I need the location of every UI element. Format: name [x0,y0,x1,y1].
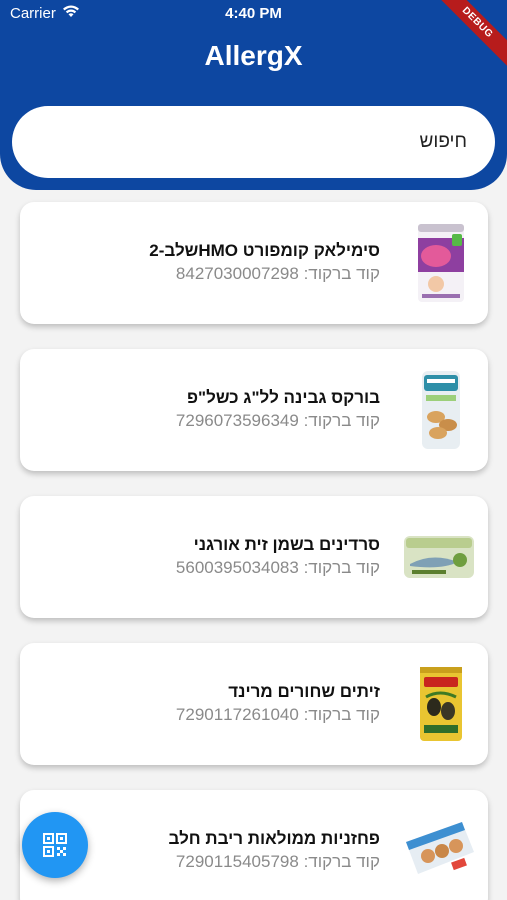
barcode-value: 7296073596349 [175,411,299,430]
product-card[interactable]: זיתים שחורים מרינד קוד ברקוד: 7290117261… [20,643,488,765]
product-info: סימילאק קומפורט HMOשלב-2 קוד ברקוד: 8427… [50,240,380,286]
search-input[interactable] [47,131,467,153]
product-card[interactable]: בורקס גבינה לל"ג כשל"פ קוד ברקוד: 729607… [20,349,488,471]
borekas-pack-image [412,367,470,453]
product-name: בורקס גבינה לל"ג כשל"פ [186,388,380,407]
barcode-line: קוד ברקוד: 5600395034083 [50,556,380,580]
product-name: סימילאק קומפורט HMOשלב-2 [149,241,380,260]
barcode-label: קוד ברקוד: [303,264,380,283]
product-info: בורקס גבינה לל"ג כשל"פ קוד ברקוד: 729607… [50,387,380,433]
barcode-label: קוד ברקוד: [303,558,380,577]
product-name: זיתים שחורים מרינד [228,682,380,701]
cream-puff-box-image [402,808,476,894]
product-card[interactable]: פחזניות ממולאות ריבת חלב קוד ברקוד: 7290… [20,790,488,900]
status-time: 4:40 PM [225,5,282,22]
app-header: Carrier 4:40 PM DEBUG AllergX [0,0,507,190]
barcode-line: קוד ברקוד: 7296073596349 [50,409,380,433]
barcode-line: קוד ברקוד: 7290117261040 [50,703,380,727]
barcode-value: 7290117261040 [175,705,299,724]
product-name: סרדינים בשמן זית אורגני [193,535,380,554]
barcode-label: קוד ברקוד: [303,852,380,871]
product-info: זיתים שחורים מרינד קוד ברקוד: 7290117261… [50,681,380,727]
qr-code-icon [43,833,67,857]
app-title: AllergX [204,40,303,71]
product-list[interactable]: סימילאק קומפורט HMOשלב-2 קוד ברקוד: 8427… [20,202,488,900]
barcode-value: 7290115405798 [175,852,299,871]
product-card[interactable]: סרדינים בשמן זית אורגני קוד ברקוד: 56003… [20,496,488,618]
scan-qr-button[interactable] [22,812,88,878]
sardine-tin-image [402,514,476,600]
similac-can-image [412,220,470,306]
product-name: פחזניות ממולאות ריבת חלב [168,829,380,848]
barcode-line: קוד ברקוד: 8427030007298 [50,262,380,286]
screen: Carrier 4:40 PM DEBUG AllergX חיפוש סימי… [0,0,507,900]
barcode-value: 8427030007298 [175,264,299,283]
search-bar[interactable] [12,106,495,178]
product-info: סרדינים בשמן זית אורגני קוד ברקוד: 56003… [50,534,380,580]
olive-can-image [412,661,470,747]
barcode-label: קוד ברקוד: [303,705,380,724]
product-card[interactable]: סימילאק קומפורט HMOשלב-2 קוד ברקוד: 8427… [20,202,488,324]
product-info: פחזניות ממולאות ריבת חלב קוד ברקוד: 7290… [50,828,380,874]
barcode-value: 5600395034083 [175,558,299,577]
barcode-line: קוד ברקוד: 7290115405798 [50,850,380,874]
status-bar: Carrier 4:40 PM [0,0,507,30]
barcode-label: קוד ברקוד: [303,411,380,430]
